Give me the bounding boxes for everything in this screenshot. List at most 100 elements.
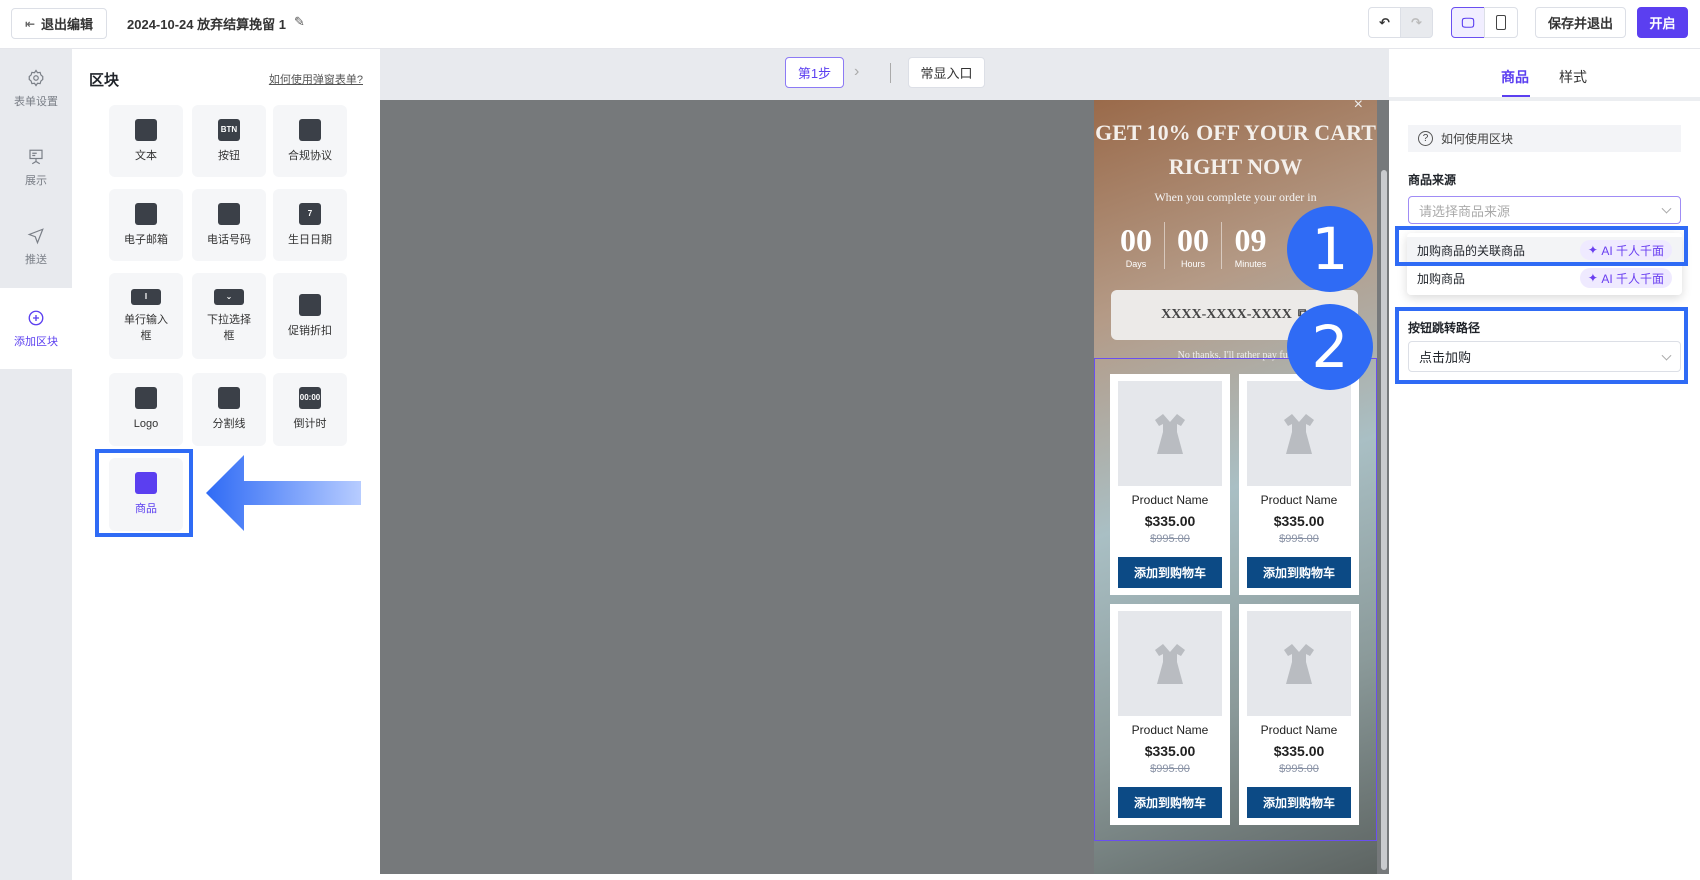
countdown-minutes: 09 Minutes (1234, 222, 1267, 269)
block-tile[interactable]: 7 生日日期 (273, 189, 347, 261)
product-image (1118, 381, 1222, 486)
block-tile[interactable]: 电话号码 (192, 189, 266, 261)
block-label: 电话号码 (207, 233, 251, 246)
block-tile[interactable]: 00:00 倒计时 (273, 373, 347, 446)
block-label: 电子邮箱 (124, 233, 168, 246)
product-card[interactable]: Product Name $335.00 $995.00 添加到购物车 (1239, 374, 1359, 595)
settings-panel: 商品 样式 ? 如何使用区块 商品来源 请选择商品来源 加购商品的关联商品 ✦ A… (1389, 49, 1700, 880)
block-label: 按钮 (218, 149, 240, 162)
divider (890, 63, 891, 83)
rail-item-form-settings[interactable]: 表单设置 (0, 69, 72, 109)
popup-headline: GET 10% OFF YOUR CART RIGHT NOW (1095, 120, 1376, 179)
block-tile[interactable]: I 单行输入框 (109, 273, 183, 359)
source-placeholder: 请选择商品来源 (1419, 203, 1511, 219)
product-block[interactable]: Product Name $335.00 $995.00 添加到购物车 Prod… (1094, 358, 1377, 841)
block-tile[interactable]: 文本 (109, 105, 183, 177)
question-icon: ? (1418, 131, 1433, 146)
text-icon (135, 118, 157, 141)
exit-icon: ⇤ (24, 16, 36, 31)
highlight-option-1 (1395, 226, 1688, 266)
persistent-entry-tab[interactable]: 常显入口 (908, 57, 985, 88)
block-label: 促销折扣 (288, 324, 332, 337)
ai-badge: ✦ AI 千人千面 (1579, 268, 1672, 288)
block-tile[interactable]: 电子邮箱 (109, 189, 183, 261)
undo-icon: ↶ (1379, 14, 1390, 30)
countdown: 00 Days 00 Hours 09 Minutes (1108, 222, 1279, 269)
help-link[interactable]: 如何使用弹窗表单? (269, 71, 363, 87)
enable-button[interactable]: 开启 (1637, 7, 1688, 38)
page-title: 2024-10-24 放弃结算挽留 1 ✎ (127, 14, 305, 33)
highlight-button-path (1395, 307, 1688, 384)
source-label: 商品来源 (1408, 173, 1457, 187)
exit-edit-button[interactable]: ⇤ 退出编辑 (11, 8, 107, 39)
product-name: Product Name (1260, 493, 1338, 507)
block-tile[interactable]: 合规协议 (273, 105, 347, 177)
close-icon[interactable]: × (1354, 100, 1363, 114)
add-to-cart-button[interactable]: 添加到购物车 (1247, 557, 1351, 588)
block-tile[interactable]: 分割线 (192, 373, 266, 446)
coupon-code: XXXX-XXXX-XXXX (1161, 307, 1292, 322)
rail-item-add-block[interactable]: 添加区块 (0, 288, 72, 369)
block-tile[interactable]: 促销折扣 (273, 273, 347, 359)
icon-rail: 表单设置 展示 推送 添加区块 (0, 49, 72, 880)
dress-icon (1284, 413, 1314, 454)
how-to-use-block[interactable]: ? 如何使用区块 (1408, 125, 1681, 152)
mobile-icon (1496, 15, 1506, 30)
product-image (1247, 611, 1351, 716)
product-price: $335.00 (1273, 743, 1325, 759)
block-tile[interactable]: ⌄ 下拉选择框 (192, 273, 266, 359)
edit-pencil-icon[interactable]: ✎ (294, 14, 305, 33)
display-icon (29, 149, 43, 165)
chevron-down-icon (1661, 203, 1672, 214)
product-image (1247, 381, 1351, 486)
dress-icon (1284, 643, 1314, 684)
btn-icon: BTN (218, 118, 240, 141)
product-old-price: $995.00 (1279, 533, 1319, 545)
rail-item-send[interactable]: 推送 (0, 227, 72, 267)
annotation-2: 2 (1287, 304, 1373, 390)
product-image (1118, 611, 1222, 716)
block-tile[interactable]: BTN 按钮 (192, 105, 266, 177)
product-source-select[interactable]: 请选择商品来源 (1408, 196, 1681, 224)
top-bar: ⇤ 退出编辑 2024-10-24 放弃结算挽留 1 ✎ ↶ ↷ 🖵 保存并退出… (0, 0, 1700, 49)
title-text: 2024-10-24 放弃结算挽留 1 (127, 17, 286, 32)
block-tile[interactable]: Logo (109, 373, 183, 446)
product-name: Product Name (1131, 493, 1209, 507)
countdown-icon: 00:00 (299, 387, 321, 409)
rail-label: 展示 (25, 175, 47, 187)
shield-check-icon (299, 118, 321, 141)
desktop-view-button[interactable]: 🖵 (1451, 7, 1485, 38)
product-card[interactable]: Product Name $335.00 $995.00 添加到购物车 (1110, 604, 1230, 825)
divider-icon (218, 387, 240, 409)
tab-products[interactable]: 商品 (1501, 67, 1529, 87)
save-exit-button[interactable]: 保存并退出 (1535, 7, 1626, 38)
rail-label: 推送 (25, 254, 47, 266)
product-old-price: $995.00 (1279, 763, 1319, 775)
product-card[interactable]: Product Name $335.00 $995.00 添加到购物车 (1110, 374, 1230, 595)
add-to-cart-button[interactable]: 添加到购物车 (1118, 787, 1222, 818)
undo-button[interactable]: ↶ (1368, 7, 1401, 38)
block-label: 分割线 (212, 418, 246, 430)
chevron-right-icon: › (854, 63, 860, 80)
highlight-product-block (95, 449, 193, 537)
scrollbar[interactable] (1381, 170, 1387, 870)
dress-icon (1155, 643, 1185, 684)
product-card[interactable]: Product Name $335.00 $995.00 添加到购物车 (1239, 604, 1359, 825)
tab-style[interactable]: 样式 (1559, 67, 1587, 87)
input-icon: I (131, 288, 161, 305)
arrow-left-icon (206, 455, 361, 531)
step-1-tab[interactable]: 第1步 (785, 57, 844, 88)
rail-item-display[interactable]: 展示 (0, 148, 72, 188)
add-to-cart-button[interactable]: 添加到购物车 (1118, 557, 1222, 588)
mail-icon (135, 202, 157, 225)
mobile-view-button[interactable] (1484, 7, 1518, 38)
add-to-cart-button[interactable]: 添加到购物车 (1247, 787, 1351, 818)
rail-label: 添加区块 (14, 335, 58, 348)
rail-label: 表单设置 (14, 96, 58, 108)
product-old-price: $995.00 (1150, 763, 1190, 775)
desktop-icon: 🖵 (1461, 14, 1475, 30)
redo-button[interactable]: ↷ (1400, 7, 1433, 38)
option-added-products[interactable]: 加购商品 ✦ AI 千人千面 (1407, 265, 1682, 291)
tag-icon (299, 293, 321, 316)
canvas-toolbar: 第1步 › 常显入口 (380, 49, 1389, 100)
